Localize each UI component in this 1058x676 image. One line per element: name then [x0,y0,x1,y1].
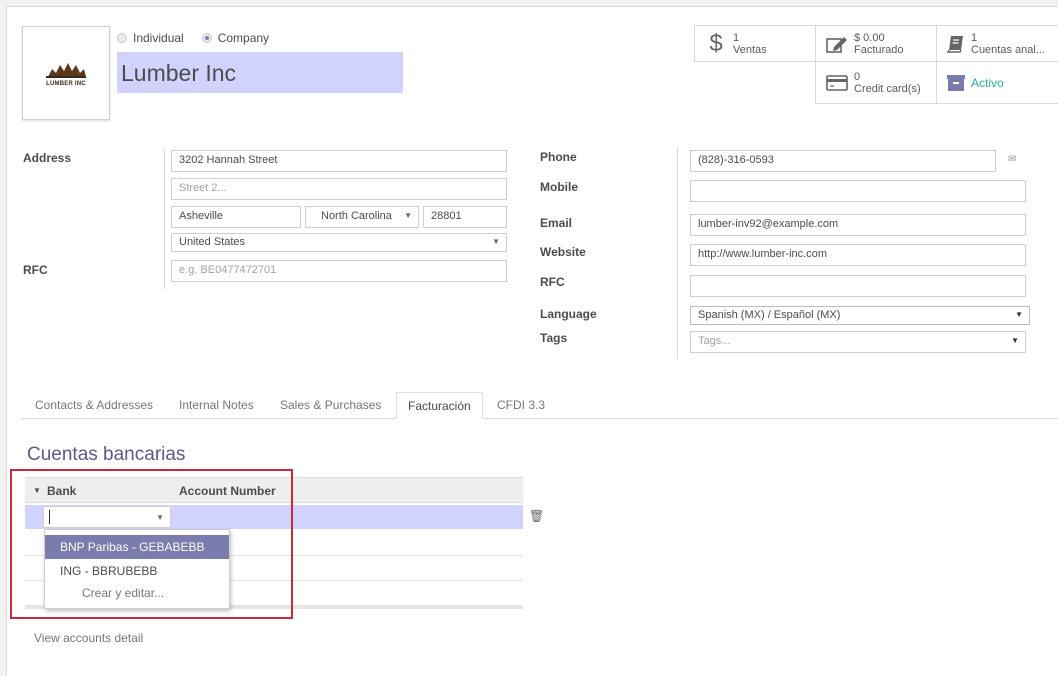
address-divider [164,149,165,289]
mobile-input[interactable] [690,180,1026,202]
ventas-label: Ventas [733,43,767,56]
radio-individual[interactable] [117,33,127,43]
website-label: Website [540,245,586,259]
cuentas-label: Cuentas anal... [971,43,1045,56]
language-label: Language [540,307,597,321]
credit-count: 0 [854,70,861,83]
chevron-down-icon: ▼ [404,211,412,220]
credit-card-icon [826,74,848,91]
cuentas-count: 1 [971,31,978,44]
tab-sales-purchases[interactable]: Sales & Purchases [280,398,381,412]
street-input[interactable]: 3202 Hannah Street [171,150,507,172]
tags-input[interactable]: Tags... ▼ [690,331,1026,353]
chevron-down-icon: ▼ [1011,336,1019,345]
rfc-input-left[interactable]: e.g. BE0477472701 [171,260,507,282]
city-input[interactable]: Asheville [171,206,301,228]
street2-input[interactable]: Street 2... [171,178,507,200]
trash-icon[interactable]: 🗑 [529,509,544,523]
radio-company[interactable] [201,33,212,43]
state-value: North Carolina [321,210,392,222]
tab-contacts-addresses[interactable]: Contacts & Addresses [35,398,153,412]
country-value: United States [179,236,246,248]
radio-company-label[interactable]: Company [218,31,269,45]
phone-input[interactable]: (828)-316-0593 [690,150,996,172]
tabs-underline [21,418,1058,419]
facturado-label: Facturado [854,43,904,56]
country-select[interactable]: United States ▼ [171,233,507,252]
ventas-button[interactable]: $ 1 Ventas [694,25,816,62]
activo-toggle-button[interactable]: Activo [936,61,1058,104]
activo-label: Activo [971,75,1004,90]
company-name-input[interactable]: Lumber Inc [117,52,403,93]
archive-icon [947,74,965,91]
view-accounts-detail-link[interactable]: View accounts detail [34,631,143,645]
tab-internal-notes[interactable]: Internal Notes [179,398,254,412]
tags-placeholder: Tags... [698,335,731,347]
logo-text: LUMBER INC [46,81,86,87]
credit-label: Credit card(s) [854,82,921,95]
rfc-input-right[interactable] [690,275,1026,297]
radio-individual-label[interactable]: Individual [133,31,184,45]
tab-facturacion[interactable]: Facturación [396,392,483,419]
address-label: Address [23,151,72,165]
rfc-label-right: RFC [540,275,565,289]
email-input[interactable]: lumber-inv92@example.com [690,214,1026,236]
credit-cards-button[interactable]: 0 Credit card(s) [815,61,937,104]
zip-input[interactable]: 28801 [423,206,507,228]
phone-label: Phone [540,150,577,164]
sawblade-logo-icon [46,63,86,78]
company-logo[interactable]: LUMBER INC [22,26,110,120]
language-select[interactable]: Spanish (MX) / Español (MX) ▼ [690,306,1030,325]
facturado-amount: $ 0.00 [854,31,885,44]
website-input[interactable]: http://www.lumber-inc.com [690,244,1026,266]
dollar-icon: $ [709,29,723,57]
bank-accounts-title: Cuentas bancarias [27,444,186,465]
chevron-down-icon: ▼ [1015,310,1023,319]
facturado-button[interactable]: $ 0.00 Facturado [815,25,937,62]
envelope-icon[interactable]: ✉ [1008,154,1016,165]
rfc-label-left: RFC [23,263,48,277]
email-label: Email [540,216,573,230]
ventas-count: 1 [733,31,740,44]
highlight-annotation-box [10,469,293,619]
form-sheet: LUMBER INC Individual Company Lumber Inc… [6,6,1058,676]
language-value: Spanish (MX) / Español (MX) [698,309,841,321]
mobile-label: Mobile [540,180,578,194]
cuentas-analiticas-button[interactable]: 1 Cuentas anal... [936,25,1058,62]
company-type-radios: Individual Company [117,31,269,45]
pencil-square-icon [826,36,847,53]
tags-label: Tags [540,331,568,345]
contact-divider [677,147,678,359]
chevron-down-icon: ▼ [492,237,500,246]
tab-cfdi[interactable]: CFDI 3.3 [497,398,545,412]
state-select[interactable]: North Carolina ▼ [305,206,419,228]
book-icon [947,35,963,53]
